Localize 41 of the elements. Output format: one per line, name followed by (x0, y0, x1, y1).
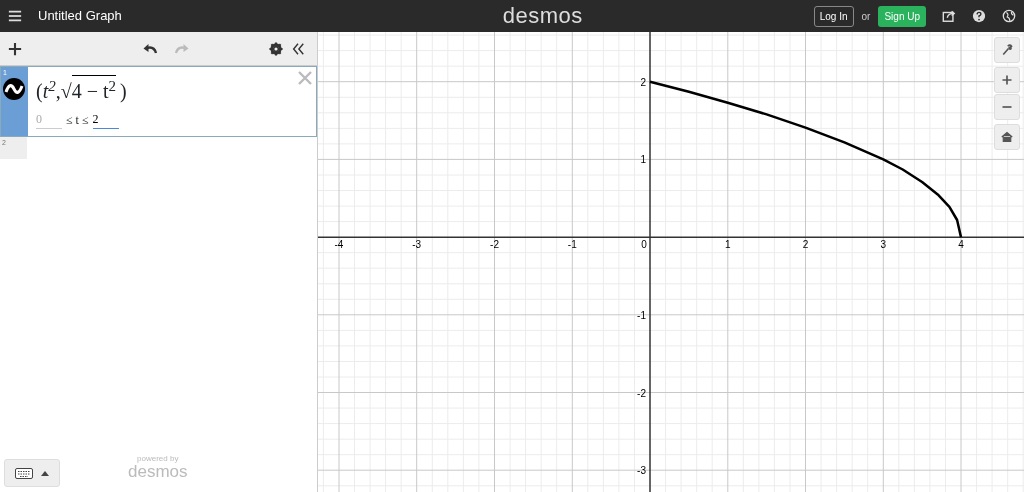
keyboard-button[interactable] (4, 459, 60, 487)
powered-by-logo: desmos (128, 463, 188, 480)
x-tick-label: 4 (958, 239, 964, 251)
logo: desmos (502, 5, 583, 27)
collapse-icon[interactable] (291, 41, 305, 56)
x-tick-label: -3 (412, 239, 422, 251)
add-icon[interactable] (8, 41, 22, 56)
login-button[interactable]: Log In (813, 5, 854, 27)
x-tick-label: -1 (567, 239, 577, 251)
help-icon[interactable] (972, 9, 986, 23)
y-tick-label: 1 (640, 154, 646, 166)
share-icon[interactable] (942, 9, 956, 23)
x-tick-label: -4 (334, 239, 344, 251)
y-tick-label: -2 (637, 387, 646, 399)
domain-relation: ≤ t ≤ (66, 112, 89, 129)
wrench-icon (1001, 43, 1013, 57)
expression-formula[interactable]: (t$^{2}$,√4 − t$^{2}$ ) (36, 75, 316, 106)
y-tick-label: -1 (637, 309, 646, 321)
home-button[interactable] (994, 124, 1020, 150)
home-icon (1001, 130, 1013, 144)
y-tick-label: -3 (637, 465, 646, 477)
graph-title[interactable]: Untitled Graph (38, 6, 122, 26)
domain-upper-field[interactable]: 2 (92, 110, 119, 129)
globe-icon[interactable] (1002, 9, 1016, 23)
wrench-button[interactable] (994, 37, 1020, 63)
x-tick-label: 1 (725, 239, 731, 251)
keyboard-icon (15, 467, 33, 479)
caret-up-icon (41, 470, 49, 476)
zoom-in-button[interactable] (994, 67, 1020, 93)
powered-by-text: powered by (136, 455, 180, 463)
zoom-out-button[interactable] (994, 94, 1020, 120)
curve-style-icon[interactable] (3, 78, 25, 100)
x-tick-label: 3 (880, 239, 887, 251)
x-tick-label: -2 (490, 239, 499, 251)
or-text: or (861, 9, 871, 24)
x-tick-label: 0 (641, 239, 647, 251)
menu-icon[interactable] (8, 9, 22, 23)
x-tick-label: 2 (802, 239, 809, 251)
y-tick-label: 2 (640, 76, 646, 88)
settings-icon[interactable] (269, 41, 283, 56)
plus-icon (1001, 73, 1013, 87)
